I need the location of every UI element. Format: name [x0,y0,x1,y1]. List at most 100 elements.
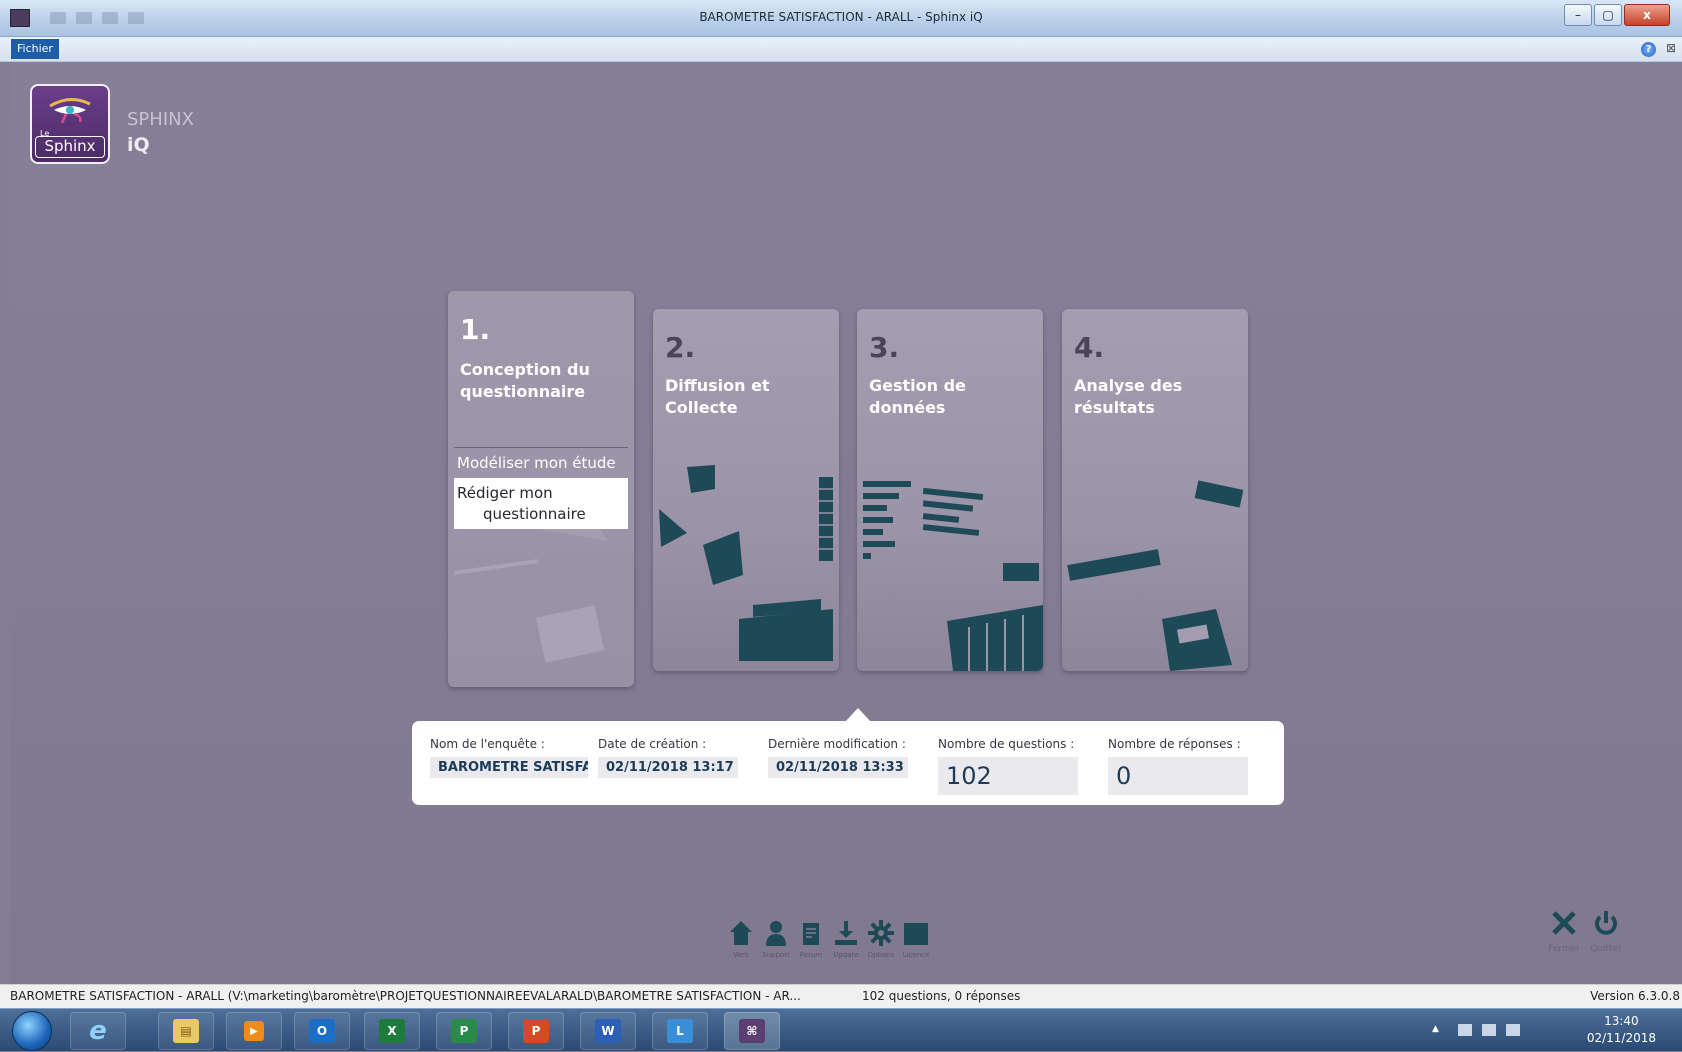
quitter-button[interactable]: Quitter [1584,910,1628,954]
minimize-button[interactable]: – [1564,4,1592,26]
card-gestion[interactable]: 3. Gestion de données [857,309,1043,671]
powerpoint-icon: P [523,1019,549,1043]
info-pointer [845,708,871,722]
card-number: 4. [1074,331,1105,364]
support-label: Support [762,951,790,959]
taskbar-ie[interactable]: e [70,1012,126,1050]
volume-icon[interactable] [1506,1024,1520,1036]
power-icon [1595,911,1617,935]
system-tray: ▲ 13:40 02/11/2018 [1422,1009,1682,1052]
ie-icon: e [89,1016,107,1046]
brand-name: SPHINX [127,109,194,130]
survey-name-field: Nom de l'enquête : BAROMETRE SATISFAC [430,737,588,778]
clock[interactable]: 13:40 02/11/2018 [1587,1013,1656,1047]
write-line-1: Rédiger mon [457,484,553,502]
forum-button[interactable]: Forum [793,920,829,959]
word-icon: W [595,1019,621,1043]
start-button[interactable] [12,1011,52,1051]
clock-date: 02/11/2018 [1586,1031,1656,1045]
options-label: Options [867,951,895,959]
home-icon [730,921,752,945]
taskbar-excel[interactable]: X [364,1012,420,1050]
questions-label: Nombre de questions : [938,737,1075,751]
taskbar: e ▤ ▶ O X P P W L ⌘ ▲ 13:40 02/11/2018 [0,1008,1682,1051]
quitter-label: Quitter [1590,944,1622,954]
survey-info-panel: Nom de l'enquête : BAROMETRE SATISFAC Da… [412,721,1284,805]
status-bar: BAROMETRE SATISFACTION - ARALL (V:\marke… [0,984,1682,1008]
questions-value: 102 [938,757,1078,795]
licence-button[interactable]: Licence [898,920,934,959]
questions-field: Nombre de questions : 102 [938,737,1078,795]
created-value: 02/11/2018 13:17 [598,757,738,778]
menu-bar: Fichier ? ⊠ [0,37,1682,62]
write-line-2: questionnaire [483,505,586,523]
document-icon [803,923,819,945]
close-button[interactable]: x [1624,4,1670,26]
taskbar-outlook[interactable]: O [294,1012,350,1050]
forum-label: Forum [799,951,823,959]
card-label: Conception du questionnaire [460,360,590,401]
sphinx-taskbar-icon: ⌘ [739,1019,765,1043]
window-title: BAROMETRE SATISFACTION - ARALL - Sphinx … [699,10,983,24]
outlook-icon: O [309,1019,335,1043]
card-number: 2. [665,331,696,364]
created-field: Date de création : 02/11/2018 13:17 [598,737,738,778]
modified-value: 02/11/2018 13:33 [768,757,908,778]
media-player-icon: ▶ [244,1021,264,1041]
licence-label: Licence [902,951,930,959]
survey-name-label: Nom de l'enquête : [430,737,545,751]
download-icon [835,921,857,945]
card-conception[interactable]: 1. Conception du questionnaire Modéliser… [448,291,634,687]
update-button[interactable]: Update [828,920,864,959]
close-document-icon[interactable]: ⊠ [1666,41,1676,55]
status-path: BAROMETRE SATISFACTION - ARALL (V:\marke… [10,989,801,1003]
model-study-item[interactable]: Modéliser mon étude [454,448,628,478]
help-icon[interactable]: ? [1641,42,1656,57]
user-icon [766,921,786,946]
taskbar-sphinx[interactable]: ⌘ [724,1012,780,1050]
responses-label: Nombre de réponses : [1108,737,1241,751]
taskbar-lync[interactable]: L [652,1012,708,1050]
excel-icon: X [379,1019,405,1043]
title-bar: BAROMETRE SATISFACTION - ARALL - Sphinx … [0,0,1682,37]
modified-field: Dernière modification : 02/11/2018 13:33 [768,737,908,778]
fermer-button[interactable]: Fermer [1542,910,1586,954]
web-button[interactable]: Web [723,920,759,959]
sphinx-logo: Le Sphinx [30,84,110,164]
card-analyse[interactable]: 4. Analyse des résultats [1062,309,1248,671]
options-button[interactable]: Options [863,920,899,959]
card-diffusion[interactable]: 2. Diffusion et Collecte [653,309,839,671]
lync-icon: L [667,1019,693,1043]
show-hidden-icons-icon[interactable]: ▲ [1432,1024,1446,1036]
responses-field: Nombre de réponses : 0 [1108,737,1248,795]
modified-label: Dernière modification : [768,737,906,751]
created-label: Date de création : [598,737,707,751]
file-menu[interactable]: Fichier [11,39,59,59]
clock-time: 13:40 [1604,1014,1639,1028]
fermer-label: Fermer [1548,944,1580,954]
card-label: Gestion de données [869,376,966,417]
licence-icon [904,923,928,945]
taskbar-explorer[interactable]: ▤ [158,1012,214,1050]
card-number: 1. [460,313,491,346]
card-number: 3. [869,331,900,364]
version-label: Version 6.3.0.8 [1590,989,1680,1003]
taskbar-powerpoint[interactable]: P [508,1012,564,1050]
update-label: Update [833,951,859,959]
responses-value: 0 [1108,757,1248,795]
flag-icon[interactable] [1458,1024,1472,1036]
taskbar-project[interactable]: P [436,1012,492,1050]
write-questionnaire-item[interactable]: Rédiger mon questionnaire [454,478,628,529]
gear-icon [868,920,894,946]
logo-wordmark: Sphinx [35,136,105,158]
support-button[interactable]: Support [758,920,794,959]
taskbar-word[interactable]: W [580,1012,636,1050]
app-area: Le Sphinx SPHINX iQ 1. Conception du que… [10,62,1682,984]
maximize-button[interactable]: ▢ [1594,4,1622,26]
brand-sub: iQ [127,134,150,156]
network-icon[interactable] [1482,1024,1496,1036]
taskbar-media[interactable]: ▶ [226,1012,282,1050]
survey-name-value: BAROMETRE SATISFAC [430,757,588,778]
card-label: Analyse des résultats [1074,376,1183,417]
eye-of-horus-icon [49,98,91,124]
